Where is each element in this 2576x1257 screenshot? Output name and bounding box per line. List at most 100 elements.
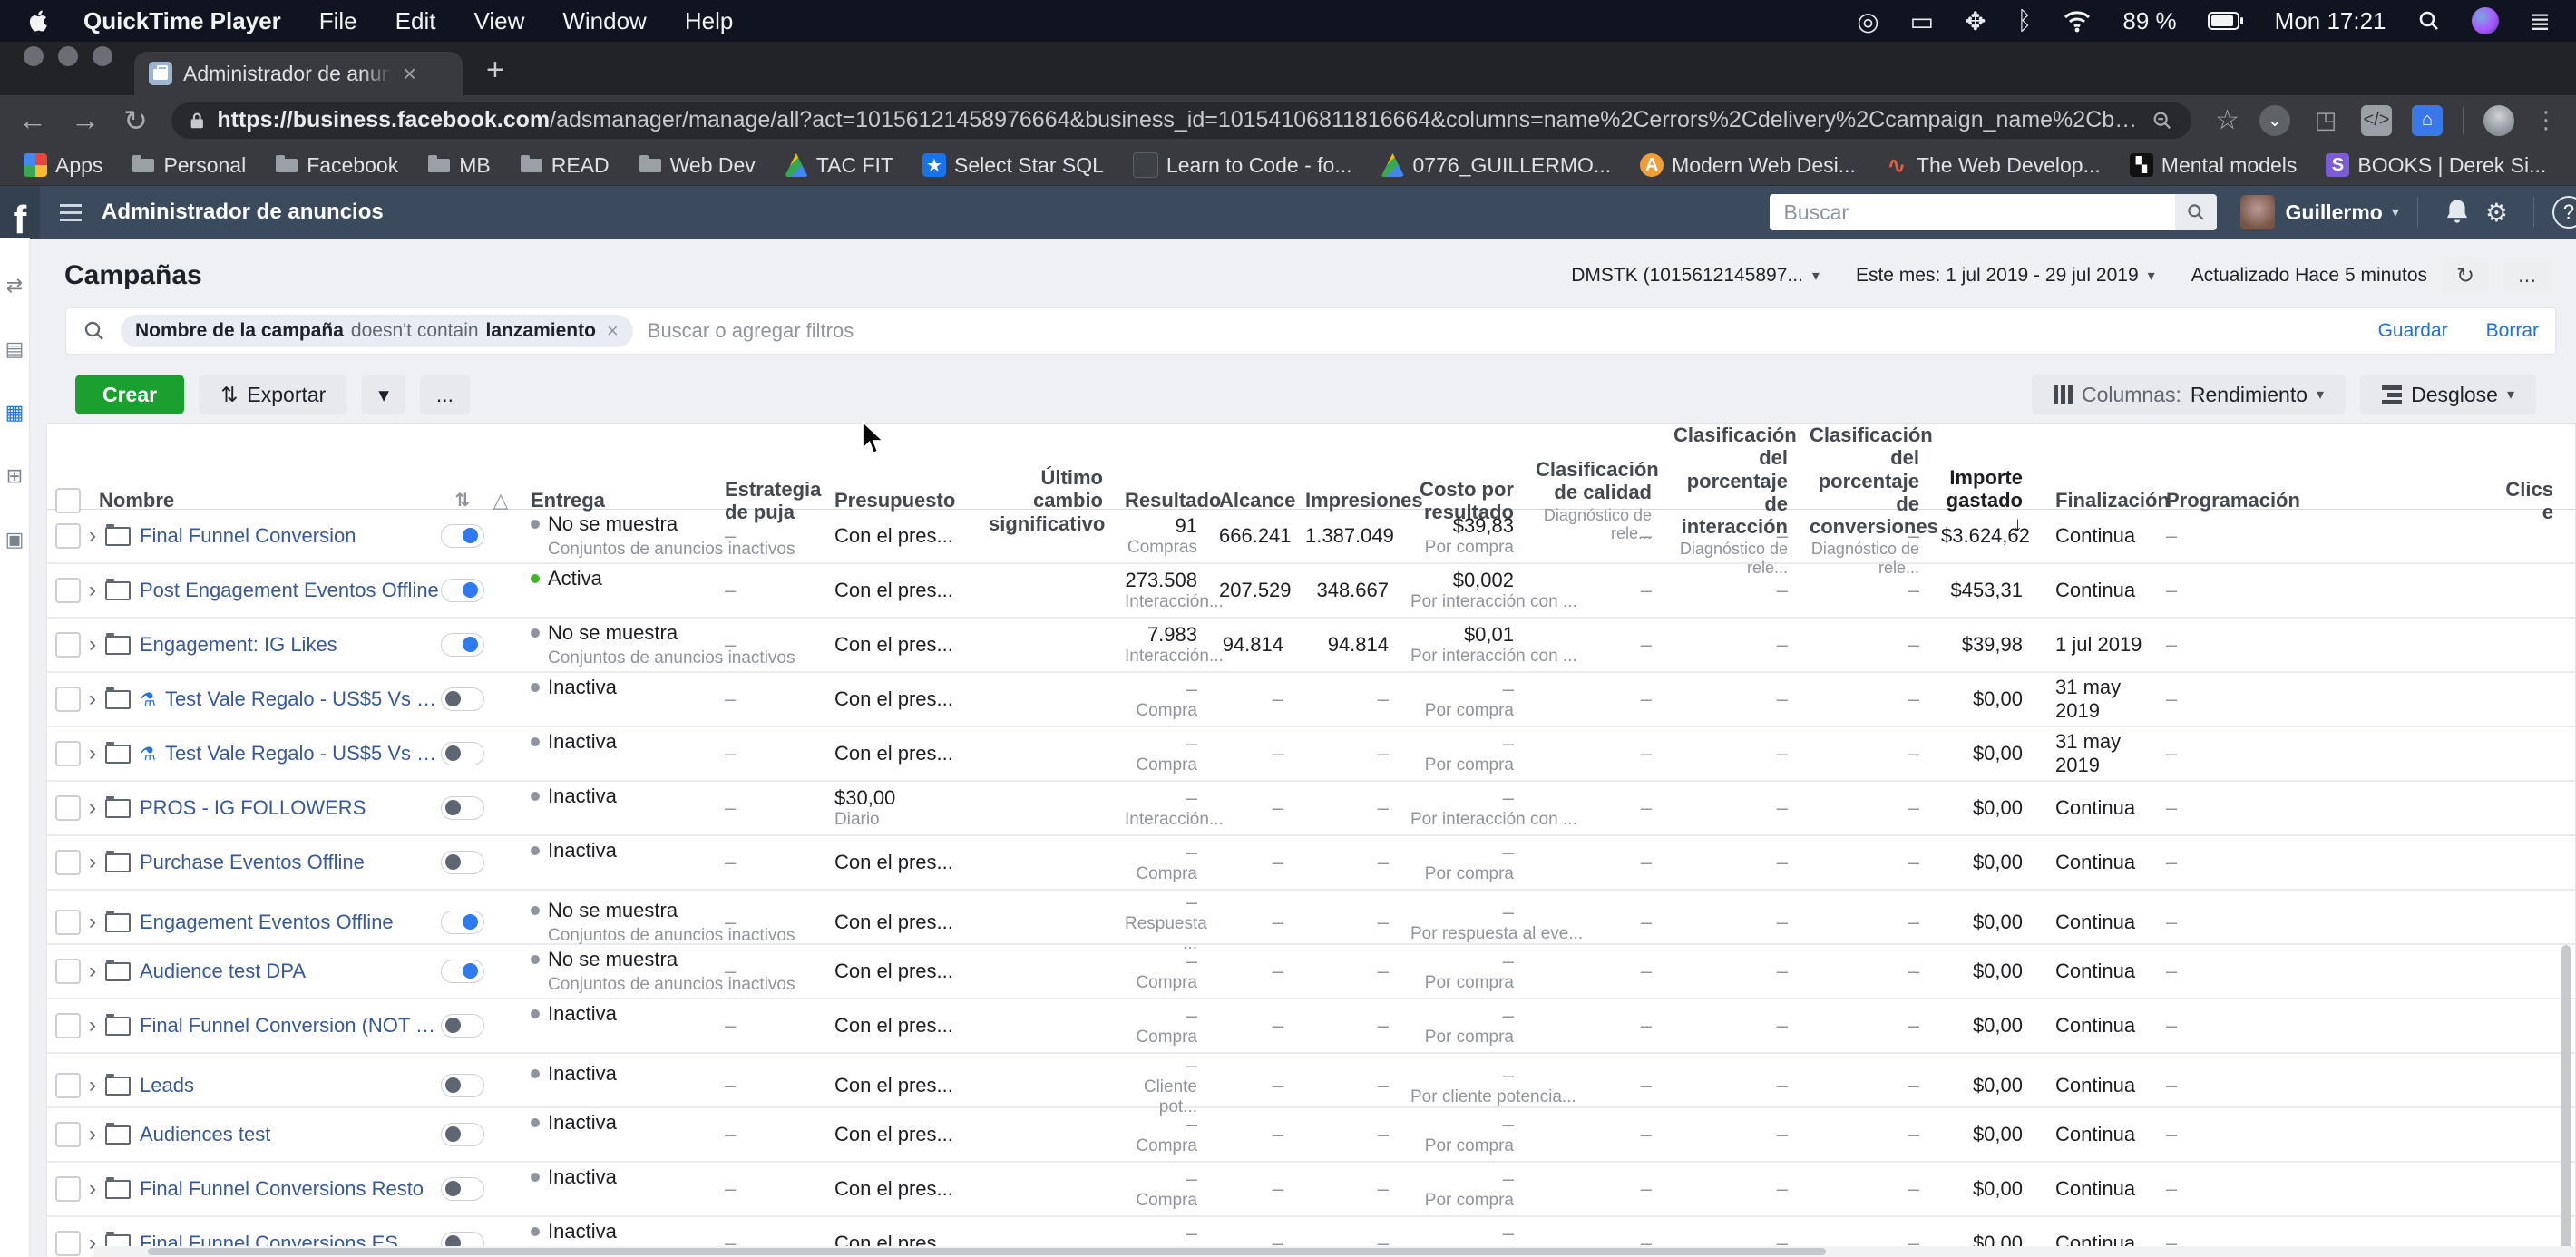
campaign-name-link[interactable]: Audiences test (140, 1123, 270, 1146)
filter-search-placeholder[interactable]: Buscar o agregar filtros (648, 319, 2340, 343)
row-checkbox[interactable] (55, 959, 81, 984)
frame-icon[interactable]: ▣ (5, 528, 24, 551)
bookmark-item[interactable]: ∞Learning How to L... (2564, 153, 2576, 178)
col-entrega[interactable]: Entrega (521, 489, 707, 512)
col-finalizacion[interactable]: Finalización (2044, 489, 2159, 512)
ads-manager-title[interactable]: Administrador de anuncios (102, 200, 384, 225)
campaign-name-link[interactable]: Post Engagement Eventos Offline (140, 579, 439, 602)
facebook-logo[interactable]: f (0, 186, 40, 239)
window-zoom-button[interactable] (93, 46, 112, 66)
col-estrategia[interactable]: Estrategia de puja (707, 478, 820, 524)
col-impresiones[interactable]: Impresiones (1305, 489, 1410, 512)
row-checkbox[interactable] (55, 910, 81, 935)
col-presupuesto[interactable]: Presupuesto (820, 489, 989, 512)
bookmark-star-icon[interactable]: ☆ (2215, 104, 2239, 136)
filter-pill[interactable]: Nombre de la campaña doesn't contain lan… (121, 315, 633, 347)
expand-caret-icon[interactable]: › (89, 959, 96, 984)
campaign-name-link[interactable]: Test Vale Regalo - US$5 Vs US$10 - ... (165, 742, 444, 765)
date-range-selector[interactable]: Este mes: 1 jul 2019 - 29 jul 2019▾ (1856, 265, 2155, 287)
campaign-toggle[interactable] (441, 524, 484, 548)
col-resultado[interactable]: Resultado (1125, 489, 1219, 512)
expand-caret-icon[interactable]: › (89, 632, 96, 658)
bookmark-item[interactable]: ★Select Star SQL (912, 153, 1115, 178)
menu-file[interactable]: File (319, 7, 357, 35)
expand-caret-icon[interactable]: › (89, 1073, 96, 1098)
bookmark-item[interactable]: MB (416, 153, 502, 178)
row-checkbox[interactable] (55, 850, 81, 875)
fb-search-button[interactable] (2175, 194, 2217, 230)
campaign-name-link[interactable]: Engagement: IG Likes (140, 633, 337, 657)
back-icon[interactable]: ← (18, 103, 47, 137)
notification-center-icon[interactable]: ≣ (2530, 6, 2551, 36)
browser-menu-icon[interactable]: ⋮ (2534, 106, 2558, 134)
campaign-name-link[interactable]: PROS - IG FOLLOWERS (140, 796, 366, 820)
campaign-name-link[interactable]: Final Funnel Conversion (NOT USED) (140, 1014, 444, 1038)
refresh-button[interactable]: ↻ (2442, 257, 2489, 295)
campaign-name-link[interactable]: Engagement Eventos Offline (140, 911, 394, 934)
address-bar[interactable]: https://business.facebook.com/adsmanager… (171, 102, 2191, 139)
campaign-toggle[interactable] (441, 1177, 484, 1201)
export-caret-button[interactable]: ▾ (362, 375, 405, 414)
row-checkbox[interactable] (55, 632, 81, 658)
columns-button[interactable]: Columnas: Rendimiento ▾ (2032, 375, 2346, 414)
campaign-toggle[interactable] (441, 960, 484, 983)
pocket-extension-icon[interactable]: ⌄ (2259, 105, 2290, 136)
warning-icon[interactable]: △ (493, 489, 509, 512)
row-checkbox[interactable] (55, 1013, 81, 1038)
toolbar-more-button[interactable]: ... (420, 375, 470, 414)
hamburger-menu-icon[interactable] (60, 204, 82, 221)
bookmark-item[interactable]: Apps (13, 153, 113, 178)
record-icon[interactable]: ◎ (1857, 6, 1878, 36)
campaign-name-link[interactable]: Audience test DPA (140, 960, 306, 983)
campaign-toggle[interactable] (441, 687, 484, 711)
campaign-name-link[interactable]: Final Funnel Conversions Resto (140, 1177, 424, 1201)
new-tab-button[interactable]: + (486, 53, 504, 88)
forward-icon[interactable]: → (71, 103, 100, 137)
remove-filter-icon[interactable]: × (607, 319, 619, 343)
user-avatar[interactable] (2240, 195, 2275, 229)
campaign-toggle[interactable] (441, 796, 484, 820)
horizontal-scrollbar[interactable] (93, 1246, 2575, 1257)
user-name[interactable]: Guillermo (2286, 200, 2383, 225)
menu-window[interactable]: Window (562, 7, 646, 35)
bookmark-item[interactable]: Web Dev (628, 153, 766, 178)
bookmark-item[interactable]: ▚Mental models (2119, 153, 2308, 178)
campaign-toggle[interactable] (441, 1123, 484, 1146)
col-alcance[interactable]: Alcance (1219, 489, 1305, 512)
col-nombre[interactable]: Nombre (89, 489, 444, 512)
accounts-icon[interactable]: ▤ (5, 337, 24, 361)
expand-caret-icon[interactable]: › (89, 795, 96, 821)
col-clics[interactable]: Clicse (2295, 478, 2575, 524)
select-all-checkbox[interactable] (55, 488, 81, 513)
row-checkbox[interactable] (55, 795, 81, 821)
row-checkbox[interactable] (55, 1073, 81, 1098)
tag-assistant-extension-icon[interactable]: ◳ (2310, 105, 2341, 136)
fb-search-input[interactable]: Buscar (1770, 194, 2175, 230)
wifi-icon[interactable] (2063, 9, 2092, 33)
expand-caret-icon[interactable]: › (89, 741, 96, 766)
campaign-name-link[interactable]: Leads (140, 1074, 194, 1097)
settings-gear-icon[interactable]: ⚙ (2485, 198, 2508, 228)
sort-icon[interactable]: ⇅ (455, 489, 471, 512)
row-checkbox[interactable] (55, 741, 81, 766)
expand-caret-icon[interactable]: › (89, 1013, 96, 1038)
col-conversiones[interactable]: Clasificación del porcentaje de conversi… (1810, 424, 1941, 578)
expand-caret-icon[interactable]: › (89, 578, 96, 603)
row-checkbox[interactable] (55, 578, 81, 603)
bookmark-item[interactable]: ∿The Web Develop... (1874, 153, 2112, 178)
account-selector[interactable]: DMSTK (1015612145897...▾ (1571, 265, 1820, 287)
campaigns-folder-icon[interactable]: ▦ (5, 401, 24, 424)
window-minimize-button[interactable] (58, 46, 78, 66)
breakdown-button[interactable]: Desglose ▾ (2360, 375, 2536, 414)
bookmark-item[interactable]: Personal (121, 153, 257, 178)
bookmark-item[interactable]: READ (509, 153, 620, 178)
campaign-toggle[interactable] (441, 742, 484, 765)
display-icon[interactable]: ▭ (1910, 6, 1934, 36)
save-filter-link[interactable]: Guardar (2378, 320, 2448, 342)
tab-close-icon[interactable]: × (403, 60, 416, 88)
bookmark-item[interactable]: AModern Web Desi... (1629, 153, 1867, 178)
more-options-button[interactable]: ... (2503, 257, 2551, 295)
menu-edit[interactable]: Edit (395, 7, 436, 35)
siri-icon[interactable] (2472, 7, 2499, 34)
row-checkbox[interactable] (55, 1176, 81, 1202)
